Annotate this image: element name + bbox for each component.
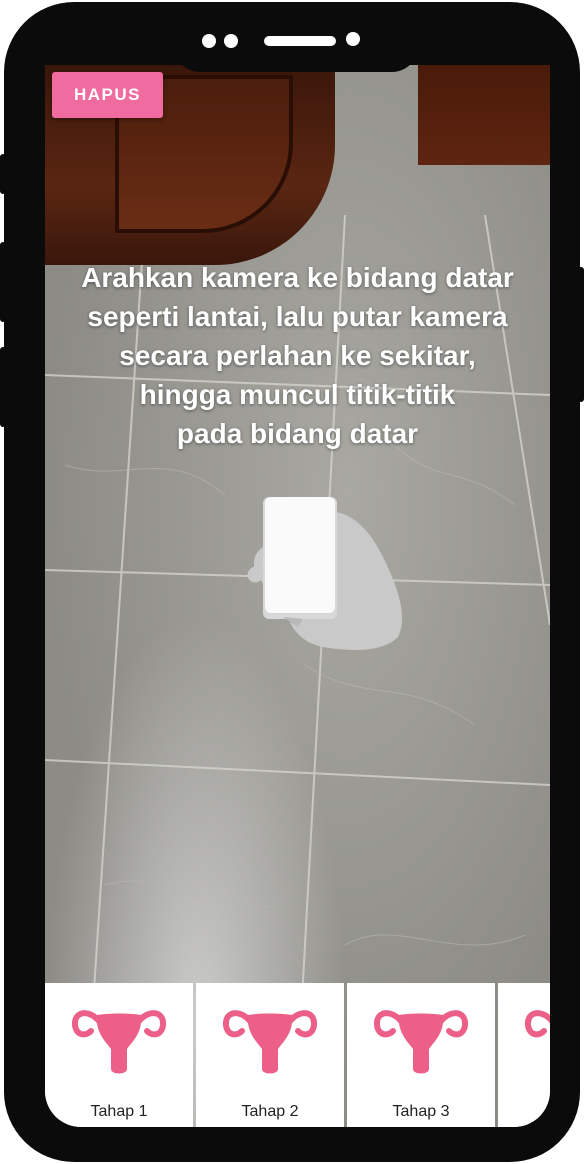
wooden-door [418, 65, 550, 165]
instruction-line: seperti lantai, lalu putar kamera [87, 301, 508, 332]
mute-switch [0, 154, 6, 194]
stage-card[interactable]: Tahap 2 [196, 983, 344, 1127]
sensor-dot [224, 34, 238, 48]
uterus-icon [223, 1010, 317, 1074]
instruction-line: Arahkan kamera ke bidang datar [81, 262, 514, 293]
phone-notch [174, 2, 418, 72]
earpiece-speaker [264, 36, 336, 46]
stage-label: Tahap 1 [90, 1103, 148, 1120]
uterus-icon [525, 1010, 550, 1038]
hand-phone-icon [247, 497, 403, 650]
uterus-icon [72, 1010, 166, 1074]
instruction-line: pada bidang datar [176, 418, 419, 449]
stage-card[interactable]: Tahap 3 [347, 983, 495, 1127]
uterus-icon [374, 1010, 468, 1074]
instruction-text: Arahkan kamera ke bidang datar seperti l… [55, 258, 540, 453]
instruction-line: secara perlahan ke sekitar, [119, 340, 476, 371]
stage-carousel[interactable]: Tahap 1 Tahap 2 Tahap 3 [45, 983, 550, 1127]
stage-card[interactable] [498, 983, 550, 1127]
sensor-dot [202, 34, 216, 48]
app-screen: HAPUS Arahkan kamera ke bidang datar sep… [45, 65, 550, 1127]
phone-frame: HAPUS Arahkan kamera ke bidang datar sep… [0, 2, 584, 1162]
clear-button[interactable]: HAPUS [52, 72, 163, 118]
stage-label: Tahap 3 [392, 1103, 450, 1120]
volume-down-button [0, 347, 6, 427]
instruction-line: hingga muncul titik-titik [139, 379, 456, 410]
volume-up-button [0, 242, 6, 322]
front-camera [346, 32, 360, 46]
stage-card[interactable]: Tahap 1 [45, 983, 193, 1127]
stage-label: Tahap 2 [241, 1103, 299, 1120]
power-button [578, 267, 584, 402]
